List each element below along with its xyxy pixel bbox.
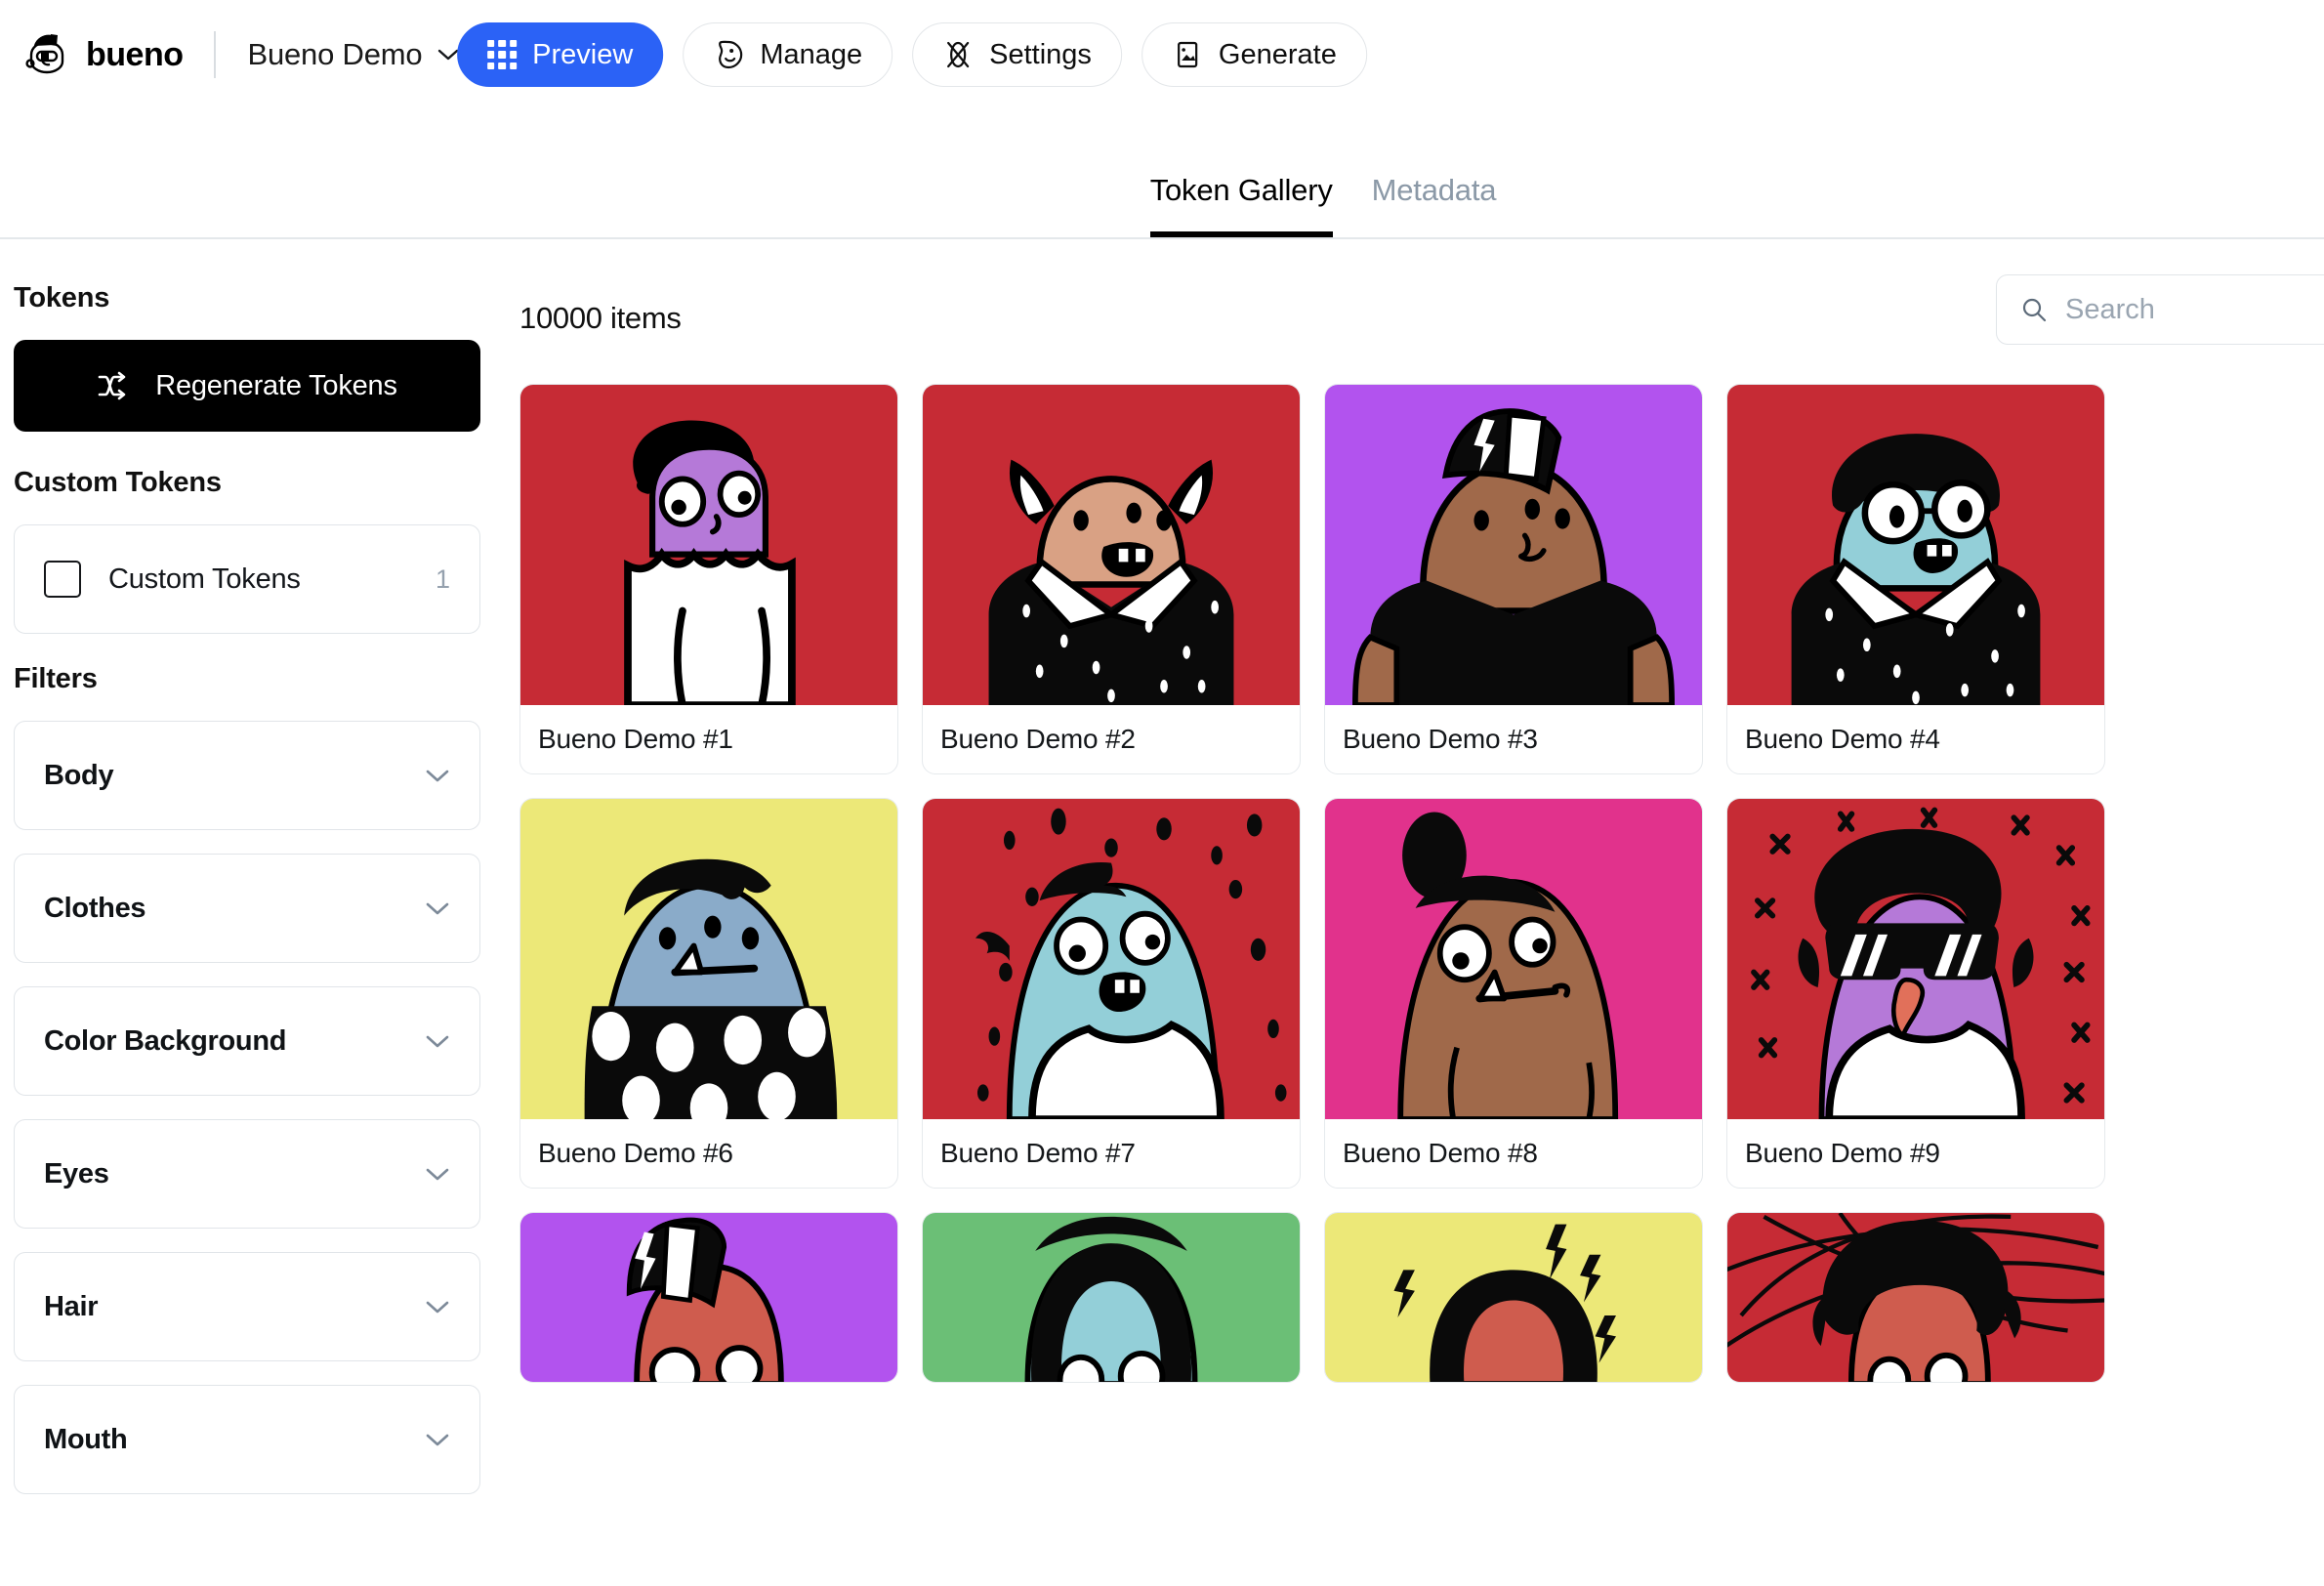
regenerate-tokens-button[interactable]: Regenerate Tokens (14, 340, 480, 432)
token-card[interactable]: Bueno Demo #3 (1324, 384, 1703, 774)
nav-generate-label: Generate (1218, 38, 1337, 70)
chevron-down-icon (426, 902, 449, 915)
tab-metadata-label: Metadata (1371, 173, 1497, 207)
filter-body-label: Body (44, 759, 114, 791)
filter-clothes[interactable]: Clothes (14, 854, 480, 963)
token-card-name: Bueno Demo #2 (940, 724, 1136, 754)
main-area: Tokens Regenerate Tokens Custom Tokens C… (0, 239, 2324, 1586)
bueno-octopus-logo-icon (25, 34, 64, 74)
nav-preview-button[interactable]: Preview (457, 22, 664, 87)
token-card-name: Bueno Demo #1 (538, 724, 733, 754)
top-bar: bueno Bueno Demo Preview Manage Settings… (0, 0, 2324, 109)
tab-token-gallery[interactable]: Token Gallery (1149, 173, 1333, 237)
token-card[interactable]: Bueno Demo #4 (1726, 384, 2105, 774)
project-name: Bueno Demo (247, 37, 423, 71)
tokens-heading: Tokens (14, 282, 110, 313)
chevron-down-icon (438, 49, 459, 61)
token-card[interactable]: Bueno Demo #7 (922, 798, 1301, 1189)
primary-nav: Preview Manage Settings Generate (457, 22, 1367, 87)
filter-clothes-label: Clothes (44, 892, 146, 924)
nav-generate-button[interactable]: Generate (1141, 22, 1367, 87)
token-artwork (1325, 799, 1702, 1119)
items-count: 10000 items (519, 301, 682, 335)
tab-bar: Token Gallery Metadata (0, 109, 2324, 239)
brand-divider (214, 31, 217, 78)
token-card-name: Bueno Demo #6 (538, 1138, 733, 1168)
chevron-down-icon (426, 770, 449, 782)
custom-tokens-checkbox[interactable] (44, 561, 81, 598)
custom-tokens-row[interactable]: Custom Tokens 1 (14, 524, 480, 634)
filter-color-background-label: Color Background (44, 1024, 287, 1057)
search-box[interactable] (1996, 274, 2324, 345)
brand: bueno (21, 29, 184, 80)
token-artwork (1727, 1213, 2104, 1382)
token-card-name: Bueno Demo #3 (1343, 724, 1538, 754)
token-card[interactable] (1726, 1212, 2105, 1383)
tab-list: Token Gallery Metadata (1149, 173, 1497, 237)
filters-heading: Filters (14, 663, 98, 694)
nav-settings-label: Settings (989, 38, 1092, 70)
token-artwork (520, 385, 897, 705)
sliders-cross-icon (947, 41, 970, 68)
image-icon (1177, 41, 1198, 68)
token-card[interactable]: Bueno Demo #8 (1324, 798, 1703, 1189)
custom-tokens-label: Custom Tokens (108, 563, 301, 595)
token-card[interactable]: Bueno Demo #6 (519, 798, 898, 1189)
chevron-down-icon (426, 1301, 449, 1314)
token-artwork (520, 799, 897, 1119)
token-card[interactable] (1324, 1212, 1703, 1383)
token-artwork (1325, 1213, 1702, 1382)
token-artwork (520, 1213, 897, 1382)
filter-eyes-label: Eyes (44, 1157, 109, 1190)
token-artwork (923, 385, 1300, 705)
nav-manage-label: Manage (760, 38, 863, 70)
token-card[interactable]: Bueno Demo #1 (519, 384, 898, 774)
token-artwork (1727, 799, 2104, 1119)
filter-eyes[interactable]: Eyes (14, 1119, 480, 1229)
filter-color-background[interactable]: Color Background (14, 986, 480, 1096)
token-card[interactable] (519, 1212, 898, 1383)
regenerate-tokens-label: Regenerate Tokens (155, 369, 397, 401)
token-card[interactable] (922, 1212, 1301, 1383)
token-artwork (923, 1213, 1300, 1382)
project-selector[interactable]: Bueno Demo (247, 37, 459, 72)
filter-mouth[interactable]: Mouth (14, 1385, 480, 1494)
token-artwork (923, 799, 1300, 1119)
chevron-down-icon (426, 1168, 449, 1181)
chevron-down-icon (426, 1434, 449, 1446)
token-artwork (1727, 385, 2104, 705)
token-grid: Bueno Demo #1 Bueno Demo #2 Bueno Demo #… (519, 384, 2324, 1383)
nav-preview-label: Preview (532, 38, 634, 70)
token-card[interactable]: Bueno Demo #9 (1726, 798, 2105, 1189)
sidebar: Tokens Regenerate Tokens Custom Tokens C… (0, 239, 488, 1586)
token-gallery-content: 10000 items Search Bueno Demo #1 Bueno D… (488, 239, 2324, 1586)
brand-name: bueno (86, 35, 184, 73)
token-card-name: Bueno Demo #8 (1343, 1138, 1538, 1168)
filter-mouth-label: Mouth (44, 1423, 128, 1455)
filter-body[interactable]: Body (14, 721, 480, 830)
search-input[interactable] (2065, 293, 2313, 326)
shuffle-icon (98, 371, 126, 400)
token-card-name: Bueno Demo #4 (1745, 724, 1940, 754)
tab-metadata[interactable]: Metadata (1372, 173, 1497, 237)
token-card-name: Bueno Demo #7 (940, 1138, 1136, 1168)
filter-hair[interactable]: Hair (14, 1252, 480, 1361)
nav-settings-button[interactable]: Settings (912, 22, 1122, 87)
grid-dots-icon (487, 40, 518, 69)
token-artwork (1325, 385, 1702, 705)
chevron-down-icon (426, 1035, 449, 1048)
token-card[interactable]: Bueno Demo #2 (922, 384, 1301, 774)
custom-tokens-heading: Custom Tokens (14, 467, 222, 498)
tab-token-gallery-label: Token Gallery (1149, 173, 1333, 207)
search-icon (2022, 298, 2047, 322)
filter-hair-label: Hair (44, 1290, 99, 1322)
custom-tokens-count: 1 (435, 563, 450, 594)
nav-manage-button[interactable]: Manage (683, 22, 893, 87)
token-card-name: Bueno Demo #9 (1745, 1138, 1940, 1168)
smiley-face-icon (719, 40, 743, 69)
